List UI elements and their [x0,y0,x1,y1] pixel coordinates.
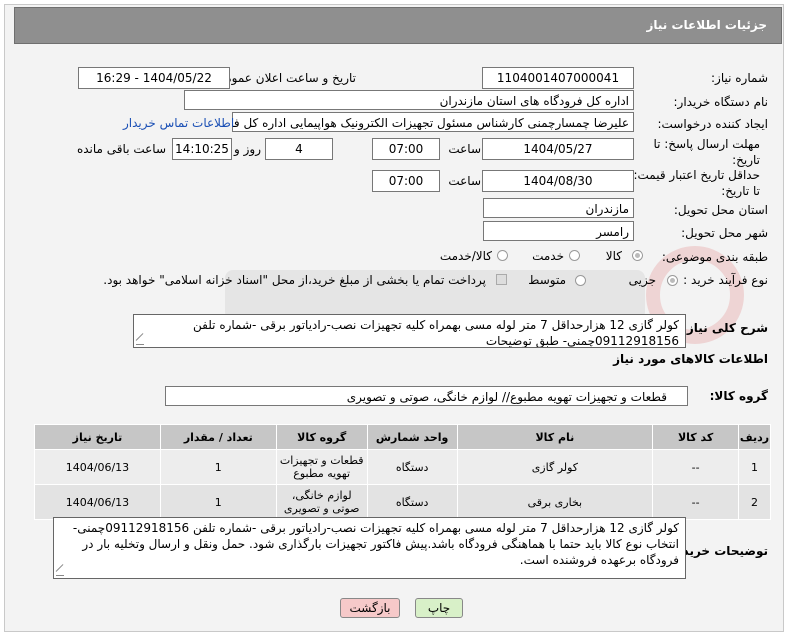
validity-time-label: ساعت [448,174,481,188]
buyer-org-field: اداره کل فرودگاه های استان مازندران [184,90,634,110]
title-bar: جزئیات اطلاعات نیاز [14,7,782,44]
province-field: مازندران [483,198,634,218]
process-radio-minor[interactable] [667,275,678,286]
cell-qty: 1 [159,449,277,485]
cell-date: 1404/06/13 [34,484,161,520]
col-qty: تعداد / مقدار [159,424,277,450]
validity-label: حداقل تاریخ اعتبار قیمت: تا تاریخ: [633,168,760,198]
cell-group: قطعات و تجهیزات تهویه مطبوع [275,449,368,485]
province-label: استان محل تحویل: [673,203,768,217]
validity-date-field: 1404/08/30 [482,170,634,192]
creator-label: ایجاد کننده درخواست: [657,117,768,131]
reply-date-field: 1404/05/27 [482,138,634,160]
resize-grip-icon[interactable] [136,337,144,345]
buyer-notes-textarea[interactable]: کولر گازی 12 هزارحداقل 7 متر لوله مسی به… [53,517,686,579]
cell-qty: 1 [159,484,277,520]
reply-time-field: 07:00 [372,138,440,160]
need-number-field: 1104001407000041 [482,67,634,89]
category-option-goods: کالا [605,249,622,263]
page-title: جزئیات اطلاعات نیاز [646,18,767,32]
cell-unit: دستگاه [366,449,458,485]
cell-name: بخاری برقی [456,484,654,520]
reply-time-label: ساعت [448,142,481,156]
goods-info-title: اطلاعات کالاهای مورد نیاز [613,352,768,366]
cell-code: -- [652,484,740,520]
remaining-label: ساعت باقی مانده [76,142,166,156]
goods-group-field: قطعات و تجهیزات تهویه مطبوع// لوازم خانگ… [165,386,688,406]
process-option-minor: جزیی [628,273,656,287]
buyer-contact-link[interactable]: اطلاعات تماس خریدار [123,116,234,130]
treasury-checkbox[interactable] [496,274,507,285]
remaining-time-field: 14:10:25 [172,138,232,160]
category-radio-service[interactable] [569,250,580,261]
buyer-org-label: نام دستگاه خریدار: [673,95,769,109]
category-label: طبقه بندی موضوعی: [661,250,768,264]
goods-table: ردیف کد کالا نام کالا واحد شمارش گروه کا… [34,424,771,520]
goods-group-label: گروه کالا: [709,389,768,403]
process-radio-medium[interactable] [575,275,586,286]
reply-deadline-label: مهلت ارسال پاسخ: تا تاریخ: [653,137,760,167]
col-unit: واحد شمارش [366,424,458,450]
summary-label: شرح کلی نیاز: [682,321,768,335]
cell-row: 1 [738,449,771,485]
process-label: نوع فرآیند خرید : [683,273,768,287]
cell-group-text: لوازم خانگی، صوتی و تصویری [283,489,360,515]
col-code: کد کالا [652,424,740,450]
print-button[interactable]: چاپ [415,598,463,618]
process-note: پرداخت تمام یا بخشی از مبلغ خرید،از محل … [103,273,486,287]
days-field: 4 [265,138,333,160]
cell-code: -- [652,449,740,485]
process-option-medium: متوسط [528,273,566,287]
resize-grip-icon[interactable] [56,568,64,576]
category-option-both: کالا/خدمت [439,249,492,263]
table-header-row: ردیف کد کالا نام کالا واحد شمارش گروه کا… [34,424,771,450]
announce-label: تاریخ و ساعت اعلان عمومی: [211,71,356,85]
cell-row: 2 [738,484,771,520]
category-radio-goods[interactable] [632,250,643,261]
category-radio-both[interactable] [497,250,508,261]
city-label: شهر محل تحویل: [681,226,768,240]
cell-group-text: قطعات و تجهیزات تهویه مطبوع [279,454,364,480]
back-button[interactable]: بازگشت [340,598,400,618]
validity-time-field: 07:00 [372,170,440,192]
days-label: روز و [234,142,261,156]
col-date: تاریخ نیاز [34,424,161,450]
creator-field: علیرضا چمسارچمنی کارشناس مسئول تجهیزات ا… [232,112,634,132]
col-name: نام کالا [456,424,654,450]
announce-field: 1404/05/22 - 16:29 [78,67,230,89]
cell-name: کولر گازی [456,449,654,485]
category-option-service: خدمت [532,249,564,263]
cell-group: لوازم خانگی، صوتی و تصویری [275,484,368,520]
summary-text: کولر گازی 12 هزارحداقل 7 متر لوله مسی به… [192,318,679,348]
buyer-notes-text: کولر گازی 12 هزارحداقل 7 متر لوله مسی به… [72,521,679,567]
table-row[interactable]: 1 -- کولر گازی دستگاه قطعات و تجهیزات ته… [34,449,771,485]
city-field: رامسر [483,221,634,241]
cell-date: 1404/06/13 [34,449,161,485]
table-row[interactable]: 2 -- بخاری برقی دستگاه لوازم خانگی، صوتی… [34,484,771,520]
cell-unit: دستگاه [366,484,458,520]
need-number-label: شماره نیاز: [711,71,768,85]
col-group: گروه کالا [275,424,368,450]
col-row: ردیف [738,424,771,450]
summary-textarea[interactable]: کولر گازی 12 هزارحداقل 7 متر لوله مسی به… [133,314,686,348]
